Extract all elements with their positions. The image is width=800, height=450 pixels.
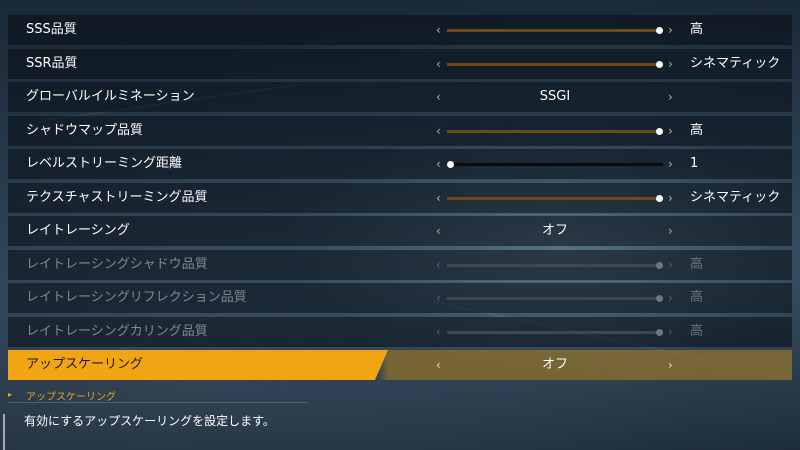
setting-label: レイトレーシングリフレクション品質 [26, 290, 247, 305]
slider-handle[interactable] [656, 194, 663, 202]
setting-row[interactable]: レイトレーシング ‹ オフ › [8, 216, 792, 246]
slider-track[interactable] [447, 127, 663, 135]
slider-handle[interactable] [656, 27, 663, 34]
slider-track[interactable] [447, 60, 663, 68]
slider-handle [656, 295, 663, 302]
chevron-right-icon[interactable]: › [668, 350, 673, 380]
chevron-left-icon: ‹ [436, 324, 441, 339]
description-panel: ▸ アップスケーリング 有効にするアップスケーリングを設定します。 [0, 386, 800, 450]
setting-label: SSS品質 [26, 22, 77, 37]
chevron-left-icon[interactable]: ‹ [436, 82, 441, 112]
setting-value: オフ [541, 223, 568, 238]
setting-label: レベルストリーミング距離 [26, 156, 183, 171]
slider-handle[interactable] [447, 161, 454, 168]
setting-value: 高 [690, 122, 704, 138]
setting-label: アップスケーリング [26, 357, 144, 372]
setting-value: シネマティック [690, 55, 781, 71]
setting-row: レイトレーシングカリング品質 ‹ › 高 [8, 316, 792, 347]
slider-track[interactable] [447, 161, 663, 168]
chevron-left-icon: ‹ [436, 291, 441, 305]
setting-value: シネマティック [690, 189, 781, 205]
chevron-right-icon: › [668, 257, 673, 272]
slider-track[interactable] [447, 27, 663, 34]
setting-value: 高 [690, 22, 704, 37]
chevron-right-icon[interactable]: › [668, 116, 673, 146]
slider-handle [656, 328, 663, 336]
slider-fill [447, 29, 663, 32]
setting-value: 1 [690, 156, 699, 171]
slider-track[interactable] [447, 194, 663, 202]
setting-value: 高 [690, 256, 704, 272]
setting-value: 高 [690, 290, 704, 305]
chevron-left-icon[interactable]: ‹ [436, 183, 441, 213]
chevron-left-icon[interactable]: ‹ [436, 15, 441, 45]
setting-row[interactable]: SSR品質 ‹ › シネマティック [8, 48, 792, 79]
chevron-right-icon[interactable]: › [668, 49, 673, 79]
description-text: 有効にするアップスケーリングを設定します。 [24, 414, 275, 428]
chevron-right-icon[interactable]: › [668, 149, 673, 179]
slider-handle [656, 261, 663, 269]
setting-row[interactable]: テクスチャストリーミング品質 ‹ › シネマティック [8, 182, 792, 213]
setting-row[interactable]: レベルストリーミング距離 ‹ › 1 [8, 149, 792, 179]
chevron-left-icon: ‹ [436, 257, 441, 272]
setting-row: レイトレーシングリフレクション品質 ‹ › 高 [8, 283, 792, 313]
chevron-right-icon[interactable]: › [668, 15, 673, 45]
chevron-left-icon[interactable]: ‹ [436, 49, 441, 79]
setting-value: SSGI [539, 89, 571, 104]
chevron-right-icon[interactable]: › [668, 82, 673, 112]
chevron-left-icon[interactable]: ‹ [436, 216, 441, 246]
setting-value: オフ [541, 357, 568, 372]
slider-track [447, 261, 663, 269]
setting-row[interactable]: SSS品質 ‹ › 高 [8, 15, 792, 45]
setting-value: 高 [690, 323, 704, 339]
slider-fill [447, 129, 663, 133]
description-title: アップスケーリング [26, 392, 116, 403]
slider-handle[interactable] [656, 127, 663, 135]
setting-row[interactable]: グローバルイルミネーション ‹ SSGI › [8, 82, 792, 112]
chevron-left-icon[interactable]: ‹ [436, 350, 441, 380]
chevron-left-icon[interactable]: ‹ [436, 116, 441, 146]
setting-label: レイトレーシング [26, 223, 130, 238]
slider-fill [447, 263, 663, 267]
chevron-right-icon[interactable]: › [668, 183, 673, 213]
slider-fill [447, 196, 663, 200]
setting-label: レイトレーシングカリング品質 [26, 323, 208, 339]
description-divider [8, 402, 308, 403]
slider-fill [447, 330, 663, 334]
setting-row[interactable]: アップスケーリング ‹ オフ › [8, 350, 792, 380]
chevron-left-icon[interactable]: ‹ [436, 149, 441, 179]
chevron-right-icon[interactable]: › [668, 216, 673, 246]
setting-row: レイトレーシングシャドウ品質 ‹ › 高 [8, 249, 792, 280]
description-bullet-icon: ▸ [8, 390, 13, 399]
setting-label: SSR品質 [26, 55, 78, 71]
slider-fill [447, 297, 663, 300]
slider-track [447, 328, 663, 336]
settings-screen: SSS品質 ‹ › 高 SSR品質 ‹ › シネマティック グローバルイルミネーション ‹ SSGI… [0, 0, 800, 450]
setting-label: レイトレーシングシャドウ品質 [26, 256, 208, 272]
setting-row[interactable]: シャドウマップ品質 ‹ › 高 [8, 115, 792, 146]
scroll-indicator [3, 414, 5, 450]
setting-label: テクスチャストリーミング品質 [26, 189, 208, 205]
setting-label: グローバルイルミネーション [26, 89, 195, 104]
slider-fill [447, 62, 663, 66]
chevron-right-icon: › [668, 291, 673, 305]
slider-handle[interactable] [656, 60, 663, 68]
slider-track [447, 295, 663, 302]
chevron-right-icon: › [668, 324, 673, 339]
setting-label: シャドウマップ品質 [26, 122, 144, 138]
